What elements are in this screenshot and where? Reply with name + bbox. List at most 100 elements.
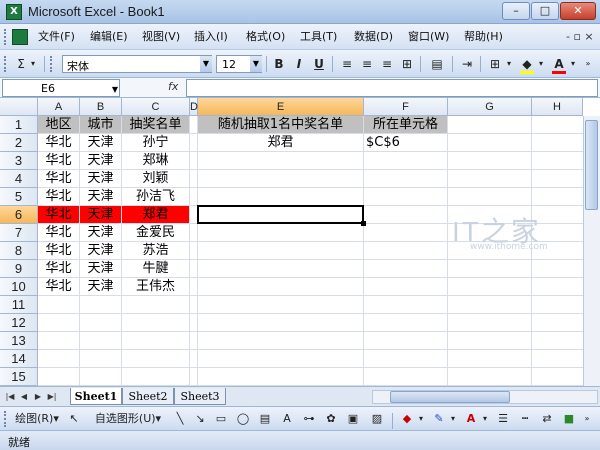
italic-button[interactable]: I: [290, 55, 308, 73]
org-chart-icon[interactable]: ⊶: [300, 410, 318, 428]
draw-menu-button[interactable]: 绘图(R)▾: [12, 410, 62, 428]
workbook-window-controls[interactable]: - ▫ ×: [566, 30, 594, 43]
row-header-9[interactable]: 9: [0, 260, 38, 278]
menu-insert[interactable]: 插入(I): [192, 29, 230, 45]
arrow-style-icon[interactable]: ⇄: [538, 410, 556, 428]
formula-input[interactable]: [186, 79, 598, 97]
menu-grip-handle[interactable]: [4, 29, 7, 45]
column-header-b[interactable]: B: [80, 98, 122, 116]
cell-b5[interactable]: 天津: [80, 188, 121, 205]
cell-a10[interactable]: 华北: [38, 278, 79, 295]
vertical-scroll-thumb[interactable]: [585, 120, 598, 210]
cell-a5[interactable]: 华北: [38, 188, 79, 205]
cell-b3[interactable]: 天津: [80, 152, 121, 169]
row-header-6[interactable]: 6: [0, 206, 38, 224]
next-sheet-icon[interactable]: ▶: [32, 390, 44, 404]
row-header-7[interactable]: 7: [0, 224, 38, 242]
active-cell-selection[interactable]: [197, 205, 364, 224]
toolbar-options-icon[interactable]: »: [582, 55, 594, 73]
cell-a2[interactable]: 华北: [38, 134, 79, 151]
sheet-tab-sheet3[interactable]: Sheet3: [174, 388, 226, 405]
text-box-icon[interactable]: ▤: [256, 410, 274, 428]
row-header-14[interactable]: 14: [0, 350, 38, 368]
cell-c1[interactable]: 抽奖名单: [122, 116, 189, 133]
menu-help[interactable]: 帮助(H): [462, 29, 505, 45]
cell-c10[interactable]: 王伟杰: [122, 278, 189, 295]
column-header-c[interactable]: C: [122, 98, 190, 116]
last-sheet-icon[interactable]: ▶|: [46, 390, 58, 404]
menu-tools[interactable]: 工具(T): [298, 29, 339, 45]
cell-e2[interactable]: 郑君: [198, 134, 363, 151]
name-box-dropdown-icon[interactable]: ▼: [109, 82, 121, 98]
cell-c7[interactable]: 金爱民: [122, 224, 189, 241]
minimize-button[interactable]: –: [502, 2, 530, 20]
cell-f1[interactable]: 所在单元格: [364, 116, 447, 133]
insert-function-icon[interactable]: fx: [168, 80, 178, 93]
cell-c2[interactable]: 孙宁: [122, 134, 189, 151]
align-right-icon[interactable]: ≡: [378, 55, 396, 73]
prev-sheet-icon[interactable]: ◀: [18, 390, 30, 404]
menu-data[interactable]: 数据(D): [352, 29, 395, 45]
line-color-dropdown-icon[interactable]: ▾: [448, 410, 458, 428]
name-box[interactable]: E6 ▼: [2, 79, 120, 97]
cell-c5[interactable]: 孙洁飞: [122, 188, 189, 205]
cell-c9[interactable]: 牛腱: [122, 260, 189, 277]
row-header-11[interactable]: 11: [0, 296, 38, 314]
fill-color-draw-dropdown-icon[interactable]: ▾: [416, 410, 426, 428]
column-header-f[interactable]: F: [364, 98, 448, 116]
cell-a3[interactable]: 华北: [38, 152, 79, 169]
autosum-dropdown-icon[interactable]: ▾: [28, 55, 38, 73]
sheet-tab-sheet1[interactable]: Sheet1: [70, 388, 122, 405]
menu-edit[interactable]: 编辑(E): [88, 29, 130, 45]
font-color-draw-dropdown-icon[interactable]: ▾: [480, 410, 490, 428]
rectangle-icon[interactable]: ▭: [212, 410, 230, 428]
cell-b8[interactable]: 天津: [80, 242, 121, 259]
column-header-h[interactable]: H: [532, 98, 583, 116]
menu-window[interactable]: 窗口(W): [406, 29, 451, 45]
cell-a8[interactable]: 华北: [38, 242, 79, 259]
column-header-a[interactable]: A: [38, 98, 80, 116]
line-color-icon[interactable]: ✎: [430, 410, 448, 428]
fill-color-draw-icon[interactable]: ◆: [398, 410, 416, 428]
cell-b9[interactable]: 天津: [80, 260, 121, 277]
cell-c3[interactable]: 郑琳: [122, 152, 189, 169]
row-header-8[interactable]: 8: [0, 242, 38, 260]
worksheet-grid[interactable]: ABCDEFGH 1 2 3 4 5 6 7 8 9 10 11 12 13 14 15 地区 城市 抽奖名单华…: [0, 98, 600, 386]
font-size-dropdown-icon[interactable]: ▼: [250, 56, 262, 72]
cell-b7[interactable]: 天津: [80, 224, 121, 241]
insert-image-icon[interactable]: ▨: [368, 410, 386, 428]
first-sheet-icon[interactable]: |◀: [4, 390, 16, 404]
select-objects-icon[interactable]: ↖: [66, 410, 82, 428]
row-header-4[interactable]: 4: [0, 170, 38, 188]
column-header-e[interactable]: E: [198, 98, 364, 116]
borders-dropdown-icon[interactable]: ▾: [504, 55, 514, 73]
cell-b6[interactable]: 天津: [80, 206, 121, 223]
clipart-icon[interactable]: ✿: [322, 410, 340, 428]
excel-app-icon[interactable]: X: [6, 4, 22, 20]
format-painter-icon[interactable]: ▤: [428, 55, 446, 73]
horizontal-scroll-thumb[interactable]: [390, 391, 510, 403]
toolbar-grip-handle-2[interactable]: [50, 56, 53, 72]
picture-icon[interactable]: ▣: [344, 410, 362, 428]
arrow-icon[interactable]: ↘: [192, 410, 208, 428]
oval-icon[interactable]: ◯: [234, 410, 252, 428]
font-color-dropdown-icon[interactable]: ▾: [568, 55, 578, 73]
menu-file[interactable]: 文件(F): [36, 29, 77, 45]
cell-a1[interactable]: 地区: [38, 116, 79, 133]
column-header-d[interactable]: D: [190, 98, 198, 116]
shadow-style-icon[interactable]: ■: [560, 410, 578, 428]
row-header-5[interactable]: 5: [0, 188, 38, 206]
drawing-grip-handle[interactable]: [4, 411, 7, 427]
sheet-tab-sheet2[interactable]: Sheet2: [122, 388, 174, 405]
cell-a4[interactable]: 华北: [38, 170, 79, 187]
menu-view[interactable]: 视图(V): [140, 29, 182, 45]
font-name-combobox[interactable]: 宋体: [62, 55, 212, 73]
fill-color-dropdown-icon[interactable]: ▾: [536, 55, 546, 73]
row-header-15[interactable]: 15: [0, 368, 38, 386]
draw-toolbar-options-icon[interactable]: »: [580, 410, 594, 428]
cell-e1[interactable]: 随机抽取1名中奖名单: [198, 116, 363, 133]
cell-b2[interactable]: 天津: [80, 134, 121, 151]
indent-icon[interactable]: ⇥: [458, 55, 476, 73]
cell-b1[interactable]: 城市: [80, 116, 121, 133]
line-icon[interactable]: ╲: [172, 410, 188, 428]
